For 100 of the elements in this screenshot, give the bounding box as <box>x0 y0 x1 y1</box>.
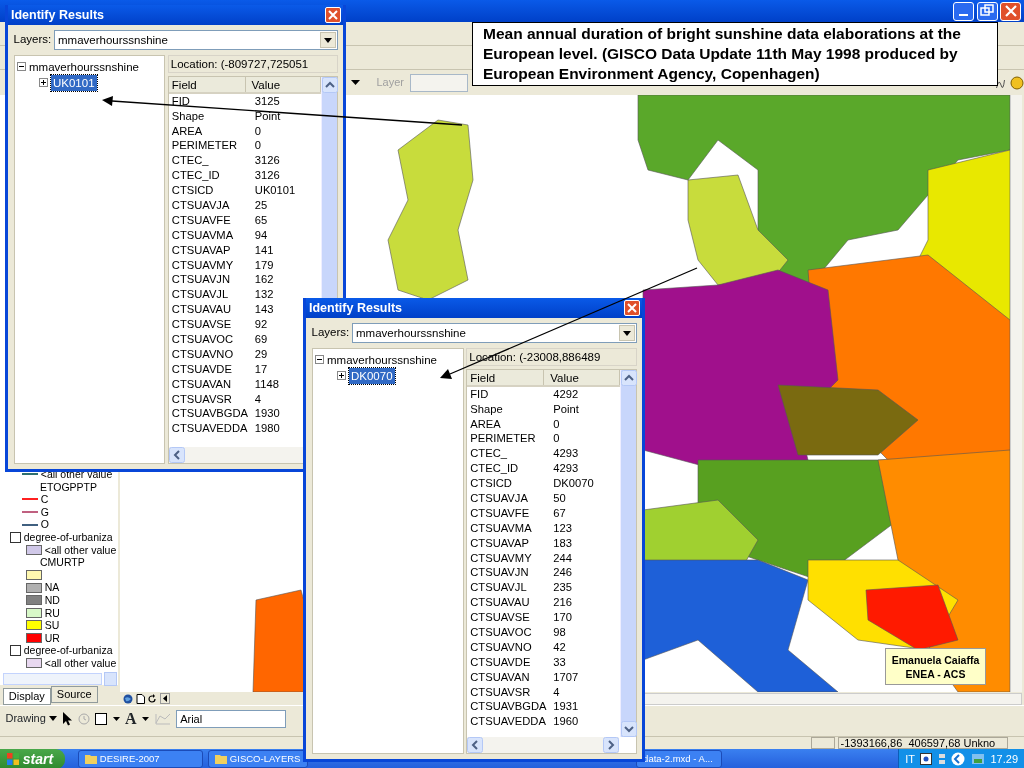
table-cell-text: CTSUAVAN <box>469 669 531 685</box>
layer-checkbox[interactable] <box>10 531 21 543</box>
legend-label: CMURTP <box>40 556 85 569</box>
layers-dropdown[interactable]: mmaverhourssnshine <box>53 30 338 50</box>
scrollbar[interactable] <box>1010 95 1022 692</box>
back-icon[interactable] <box>951 752 966 766</box>
legend-label: ETOGPPTP <box>40 480 97 494</box>
maximize-button[interactable] <box>976 1 998 21</box>
scrollbar[interactable] <box>467 736 619 753</box>
close-icon <box>627 303 637 313</box>
folder-icon <box>85 754 98 764</box>
credit-line: ENEA - ACS <box>904 667 967 681</box>
globe-icon[interactable] <box>122 693 133 704</box>
page-icon[interactable] <box>135 693 145 704</box>
minimize-button[interactable] <box>952 1 974 21</box>
refresh-icon[interactable] <box>147 693 158 704</box>
table-cell-text: CTSUAVFE <box>469 505 531 521</box>
legend-label: O <box>40 518 49 531</box>
column-header[interactable]: Field <box>467 369 545 385</box>
table-cell-text: 50 <box>552 491 567 506</box>
start-button[interactable]: start <box>0 749 66 768</box>
scroll-up-button[interactable] <box>321 76 338 93</box>
close-button[interactable] <box>1000 1 1022 21</box>
expand-icon[interactable] <box>337 371 347 381</box>
close-button[interactable] <box>624 300 640 316</box>
scroll-left-button[interactable] <box>160 693 170 704</box>
table-cell-text: 4292 <box>552 386 580 402</box>
expand-icon[interactable] <box>39 78 49 88</box>
caret-icon[interactable] <box>323 37 332 43</box>
table-cell-text: CTSUAVOC <box>170 332 235 347</box>
scroll-left-button[interactable] <box>467 736 484 753</box>
taskbar-button[interactable]: DESIRE-2007 <box>78 750 204 768</box>
table-cell-text: Point <box>552 401 580 417</box>
pointer-icon[interactable] <box>62 711 73 726</box>
column-header[interactable]: Field <box>168 76 246 92</box>
legend-label: <all other value <box>44 656 117 670</box>
table-cell-text: 244 <box>552 550 573 566</box>
column-header[interactable]: Value <box>245 76 321 92</box>
taskbar-button[interactable]: data-2.mxd - A... <box>636 750 723 768</box>
legend-label: NA <box>44 581 60 594</box>
table-cell-text: CTEC_ <box>170 153 210 169</box>
table-cell-text: 94 <box>253 227 269 243</box>
legend-label: ND <box>44 593 60 607</box>
table-cell-text: CTSUAVSR <box>170 391 233 407</box>
table-cell-text: CTSUAVJN <box>170 272 232 288</box>
scroll-up-button[interactable] <box>620 369 637 386</box>
collapse-icon[interactable] <box>17 62 27 72</box>
table-cell-text: Shape <box>469 401 504 417</box>
text-tool-button[interactable]: A <box>125 710 137 727</box>
scroll-down-button[interactable] <box>620 720 637 737</box>
tree-node[interactable]: UK0101 <box>51 74 97 91</box>
table-cell-text: DK0070 <box>552 476 595 491</box>
folder-icon <box>215 754 228 764</box>
table-cell-text: 4293 <box>552 461 580 477</box>
help-icon[interactable] <box>920 753 933 765</box>
table-cell-text: CTEC_ID <box>170 168 221 184</box>
caret-icon[interactable] <box>622 330 631 336</box>
caret-icon <box>48 716 57 721</box>
circle-icon[interactable] <box>1010 75 1024 90</box>
table-cell-text: AREA <box>469 416 502 432</box>
table-cell-text: CTSUAVAN <box>170 376 233 392</box>
taskbar-button[interactable]: GISCO-LAYERS <box>208 750 309 768</box>
table-cell-text: 1980 <box>253 421 281 437</box>
table-cell-text: CTSUAVNO <box>170 346 235 362</box>
table-cell-text: Shape <box>170 108 206 124</box>
table-cell-text: 132 <box>253 287 275 303</box>
tab[interactable]: Display <box>2 687 51 705</box>
tree-node[interactable]: mmaverhourssnshine <box>29 58 139 75</box>
caption-text: Mean annual duration of bright sunshine data elaborations at the European level. (GISCO Data Update 11th May 1998 produced by European Environment Agency, Copenhagen) <box>472 22 998 86</box>
location-label: Location: (-809727,725051 <box>167 55 338 73</box>
table-cell-text: 162 <box>253 272 275 288</box>
legend-label: <all other value <box>44 543 117 557</box>
table-cell-text: 92 <box>253 317 269 332</box>
table-cell-text: 1148 <box>253 376 280 392</box>
table-cell-text: CTSUAVEDDA <box>170 421 249 437</box>
font-field[interactable]: Arial <box>176 709 287 728</box>
tree-node[interactable]: mmaverhourssnshine <box>327 351 437 368</box>
tree-node[interactable]: DK0070 <box>349 367 395 384</box>
tab[interactable]: Source <box>50 685 98 703</box>
rectangle-icon[interactable] <box>95 712 108 725</box>
column-header[interactable]: Value <box>544 369 620 385</box>
scroll-right-button[interactable] <box>602 736 619 753</box>
dialog-title: Identify Results <box>309 299 403 317</box>
table-cell-text: CTSICD <box>170 183 215 198</box>
table-cell-text: CTSUAVEDDA <box>469 714 547 730</box>
close-button[interactable] <box>325 7 341 23</box>
table-cell-text: 183 <box>552 535 573 551</box>
layers-dropdown[interactable]: mmaverhourssnshine <box>351 323 637 343</box>
table-cell-text: 1960 <box>552 714 580 730</box>
drawing-menu[interactable]: Drawing <box>5 710 57 727</box>
caret-icon[interactable] <box>142 716 150 721</box>
caret-icon[interactable] <box>351 79 360 86</box>
table-cell-text: CTSUAVAP <box>469 535 530 551</box>
table-cell-text: 0 <box>552 431 561 447</box>
scroll-left-button[interactable] <box>168 446 185 463</box>
collapse-icon[interactable] <box>315 355 325 365</box>
credit-line: Emanuela Caiaffa <box>890 653 981 667</box>
caret-icon[interactable] <box>112 716 120 721</box>
layer-checkbox[interactable] <box>10 645 21 657</box>
scrollbar[interactable] <box>2 672 102 685</box>
